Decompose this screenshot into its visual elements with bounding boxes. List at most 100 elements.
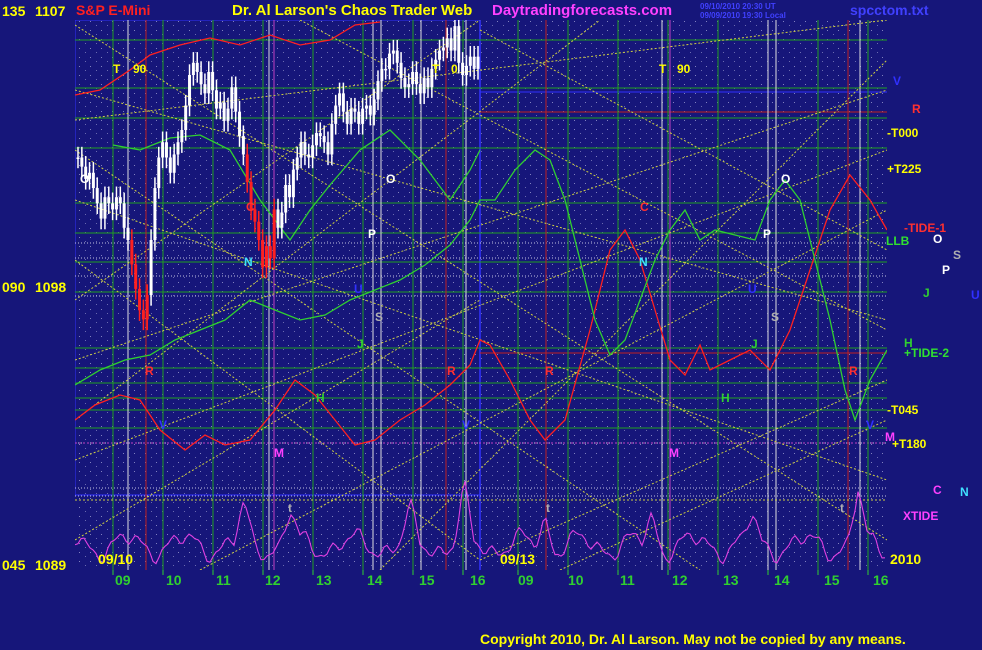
planet-letter: R: [849, 364, 858, 378]
planet-letter: H: [721, 391, 730, 405]
price-body: [226, 108, 230, 121]
y-label-angle-top: 135: [2, 3, 26, 19]
price-body: [153, 188, 157, 240]
price-body: [422, 78, 426, 94]
price-body: [457, 26, 461, 63]
year-label: 2010: [890, 551, 922, 567]
price-body: [218, 102, 222, 109]
date-label-1: 09/10: [98, 551, 134, 567]
price-body: [299, 142, 303, 158]
price-body: [384, 68, 388, 71]
price-body: [453, 26, 457, 51]
chart-title: Dr. Al Larson's Chaos Trader Web: [232, 2, 473, 19]
price-body: [76, 157, 80, 159]
planet-letter: P: [942, 263, 951, 277]
price-body: [411, 71, 415, 85]
price-body: [107, 197, 111, 204]
y-label-price-top: 1107: [35, 3, 66, 19]
price-body: [114, 197, 118, 210]
price-body: [230, 87, 234, 109]
planet-letter: C: [933, 483, 942, 497]
planet-letter: S: [375, 310, 384, 324]
x-tick: 13: [316, 572, 332, 588]
price-body: [268, 246, 272, 259]
price-body: [191, 62, 195, 75]
price-body: [234, 87, 238, 112]
price-body: [295, 157, 299, 170]
series-label-t000: -T000: [887, 126, 919, 140]
plot-area: [75, 20, 887, 570]
price-body: [341, 93, 345, 112]
x-tick: 09: [518, 572, 534, 588]
price-body: [441, 47, 445, 51]
price-body: [134, 264, 138, 289]
planet-letter: S: [953, 248, 962, 262]
x-tick: 16: [873, 572, 889, 588]
price-body: [357, 111, 361, 124]
planet-letter: t: [288, 501, 292, 515]
planet-letter: t: [840, 501, 844, 515]
price-body: [276, 209, 280, 228]
price-body: [245, 154, 249, 182]
price-body: [318, 133, 322, 137]
price-body: [257, 221, 261, 240]
y-label-angle-bottom: 045: [2, 557, 26, 573]
price-body: [311, 145, 315, 158]
series-label-xtide: XTIDE: [903, 509, 939, 523]
price-body: [203, 84, 207, 94]
price-body: [338, 93, 342, 106]
planet-letter: V: [866, 418, 875, 432]
price-body: [353, 108, 357, 112]
planet-letter: 0: [451, 62, 458, 76]
planet-letter: 90: [133, 62, 147, 76]
planet-letter: H: [904, 336, 913, 350]
planet-letter: H: [316, 391, 325, 405]
price-body: [403, 78, 407, 88]
price-body: [168, 157, 172, 173]
price-body: [272, 209, 276, 259]
date-label-2: 09/13: [500, 551, 536, 567]
price-body: [161, 142, 165, 158]
price-body: [407, 84, 411, 88]
price-body: [211, 71, 215, 91]
ticker-label: S&P E-Mini: [76, 2, 151, 18]
price-body: [388, 53, 392, 69]
planet-letter: N: [244, 255, 253, 269]
price-body: [372, 99, 376, 115]
price-body: [118, 197, 122, 204]
price-body: [280, 212, 284, 228]
series-label-llb: LLB: [886, 234, 910, 248]
site-name: Daytradingforecasts.com: [492, 2, 673, 19]
price-body: [80, 157, 84, 167]
series-label-t180: +T180: [892, 437, 927, 451]
price-body: [426, 78, 430, 88]
price-body: [476, 56, 480, 69]
price-body: [199, 71, 203, 85]
planet-letter: P: [763, 227, 772, 241]
price-body: [172, 154, 176, 173]
price-body: [314, 133, 318, 146]
price-body: [214, 90, 218, 109]
price-body: [391, 50, 395, 54]
planet-letter: M: [885, 430, 895, 444]
planet-letter: O: [933, 232, 943, 246]
x-tick: 11: [620, 572, 635, 588]
x-tick: 15: [419, 572, 435, 588]
series-label-t225: +T225: [887, 162, 922, 176]
planet-letter: 90: [677, 62, 691, 76]
price-body: [261, 240, 265, 268]
x-tick: 13: [723, 572, 739, 588]
price-body: [126, 227, 130, 240]
timestamp-ut: 09/10/2010 20:30 UT: [700, 2, 776, 11]
series-label-t045: -T045: [887, 403, 919, 417]
planet-letter: C: [246, 200, 255, 214]
planet-letter: J: [357, 337, 364, 351]
price-body: [326, 142, 330, 155]
price-body: [345, 111, 349, 124]
x-tick: 10: [166, 572, 182, 588]
price-body: [418, 84, 422, 94]
x-tick: 11: [216, 572, 231, 588]
price-body: [180, 130, 184, 143]
price-body: [334, 105, 338, 124]
planet-letter: S: [771, 310, 780, 324]
